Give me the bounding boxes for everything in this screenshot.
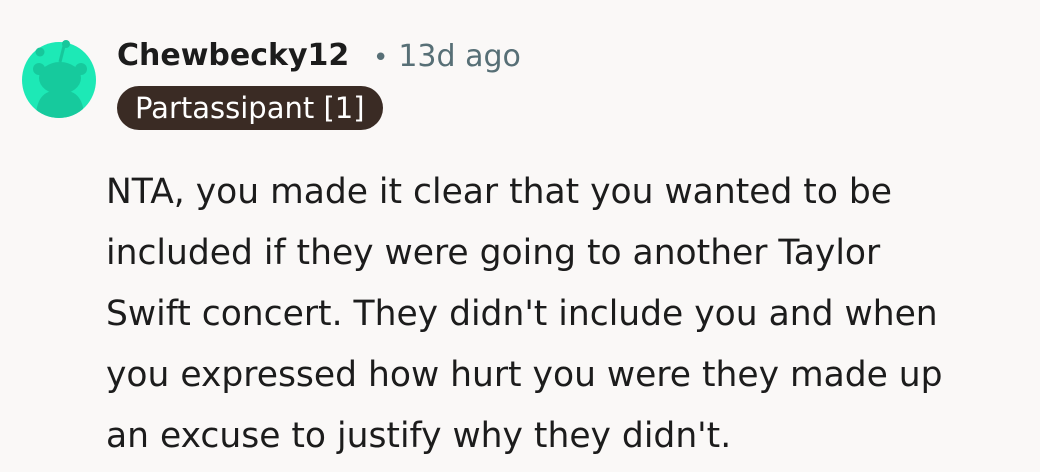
user-avatar[interactable] (22, 22, 96, 118)
comment: Chewbecky12 • 13d ago Partassipant [1] NT… (0, 0, 1040, 472)
user-flair: Partassipant [1] (117, 86, 383, 130)
username-link[interactable]: Chewbecky12 (117, 36, 349, 76)
comment-body-line: an excuse to justify why they didn't. (106, 416, 732, 456)
separator-dot: • (373, 43, 389, 73)
snoo-avatar-icon (22, 40, 96, 118)
comment-body-line: included if they were going to another T… (106, 233, 881, 273)
comment-body-line: NTA, you made it clear that you wanted t… (106, 172, 893, 212)
comment-meta: • 13d ago (373, 37, 521, 78)
timestamp[interactable]: 13d ago (398, 39, 521, 74)
comment-body-line: you expressed how hurt you were they mad… (106, 355, 943, 395)
comment-body: NTA, you made it clear that you wanted t… (106, 162, 1021, 467)
comment-body-line: Swift concert. They didn't include you a… (106, 294, 938, 334)
